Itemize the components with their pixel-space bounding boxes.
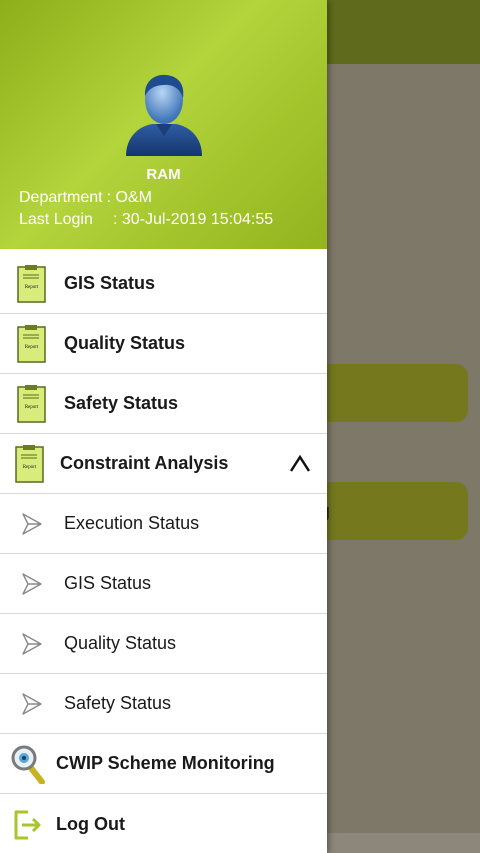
report-icon: Report — [0, 434, 60, 494]
send-arrow-icon — [0, 674, 64, 734]
drawer-header: RAM Department: O&M Last Login : 30-Jul-2… — [0, 0, 327, 249]
menu-label-cwip-scheme-monitoring: CWIP Scheme Monitoring — [56, 753, 275, 773]
submenu-label-quality-status: Quality Status — [64, 633, 177, 653]
menu-label-quality-status: Quality Status — [64, 333, 186, 353]
submenu-item-execution-status[interactable]: Execution Status — [0, 494, 327, 554]
report-icon: Report — [0, 374, 64, 434]
navigation-drawer: RAM Department: O&M Last Login : 30-Jul-2… — [0, 0, 327, 853]
report-icon: Report — [0, 314, 64, 374]
user-name: RAM — [146, 166, 181, 183]
menu-item-constraint-analysis[interactable]: Report Constraint Analysis — [0, 434, 327, 494]
menu-label-safety-status: Safety Status — [64, 393, 179, 413]
send-arrow-icon — [0, 614, 64, 674]
drawer-menu: Report GIS Status Report Quality Status — [0, 254, 327, 853]
menu-item-quality-status[interactable]: Report Quality Status — [0, 314, 327, 374]
menu-label-gis-status: GIS Status — [64, 273, 156, 293]
send-arrow-icon — [0, 554, 64, 614]
send-arrow-icon — [0, 494, 64, 554]
menu-item-gis-status[interactable]: Report GIS Status — [0, 254, 327, 314]
submenu-item-gis-status[interactable]: GIS Status — [0, 554, 327, 614]
report-icon-text: Report — [25, 345, 39, 350]
logout-icon — [0, 794, 56, 853]
submenu-label-execution-status: Execution Status — [64, 513, 200, 533]
background-bottom-bar — [327, 833, 480, 853]
submenu-item-safety-status[interactable]: Safety Status — [0, 674, 327, 734]
menu-item-cwip-scheme-monitoring[interactable]: CWIP Scheme Monitoring — [0, 734, 327, 794]
last-login-value: : 30-Jul-2019 15:04:55 — [113, 211, 274, 228]
menu-label-constraint-analysis: Constraint Analysis — [60, 453, 229, 473]
report-icon-text: Report — [25, 405, 39, 410]
submenu-label-safety-status: Safety Status — [64, 693, 172, 713]
menu-item-log-out[interactable]: Log Out — [0, 794, 327, 853]
menu-label-log-out: Log Out — [56, 813, 125, 834]
report-icon: Report — [0, 254, 64, 314]
magnifier-icon — [0, 734, 56, 794]
last-login-label: Last Login — [19, 211, 93, 228]
report-icon-text: Report — [25, 285, 39, 290]
submenu-label-gis-status: GIS Status — [64, 573, 152, 593]
menu-item-safety-status[interactable]: Report Safety Status — [0, 374, 327, 434]
department-line: Department: O&M — [19, 189, 152, 207]
department-label: Department — [19, 189, 103, 206]
department-value: : O&M — [106, 189, 152, 206]
submenu-item-quality-status[interactable]: Quality Status — [0, 614, 327, 674]
report-icon-text: Report — [23, 465, 37, 470]
last-login-line: Last Login : 30-Jul-2019 15:04:55 — [19, 211, 273, 229]
chevron-up-icon[interactable] — [287, 451, 313, 477]
user-avatar-icon — [126, 74, 202, 156]
